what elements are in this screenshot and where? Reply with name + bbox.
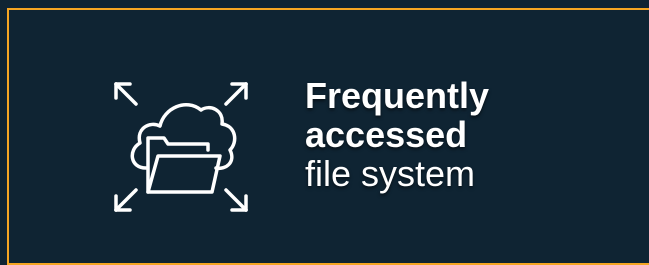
feature-title-line1: Frequently [305,75,490,116]
feature-title-line2: accessed [305,114,468,155]
cloud-folder-expand-icon [114,82,248,212]
feature-subtitle: file system [305,153,476,194]
feature-label: Frequently accessed file system [305,76,489,193]
feature-card: Frequently accessed file system [7,8,649,265]
